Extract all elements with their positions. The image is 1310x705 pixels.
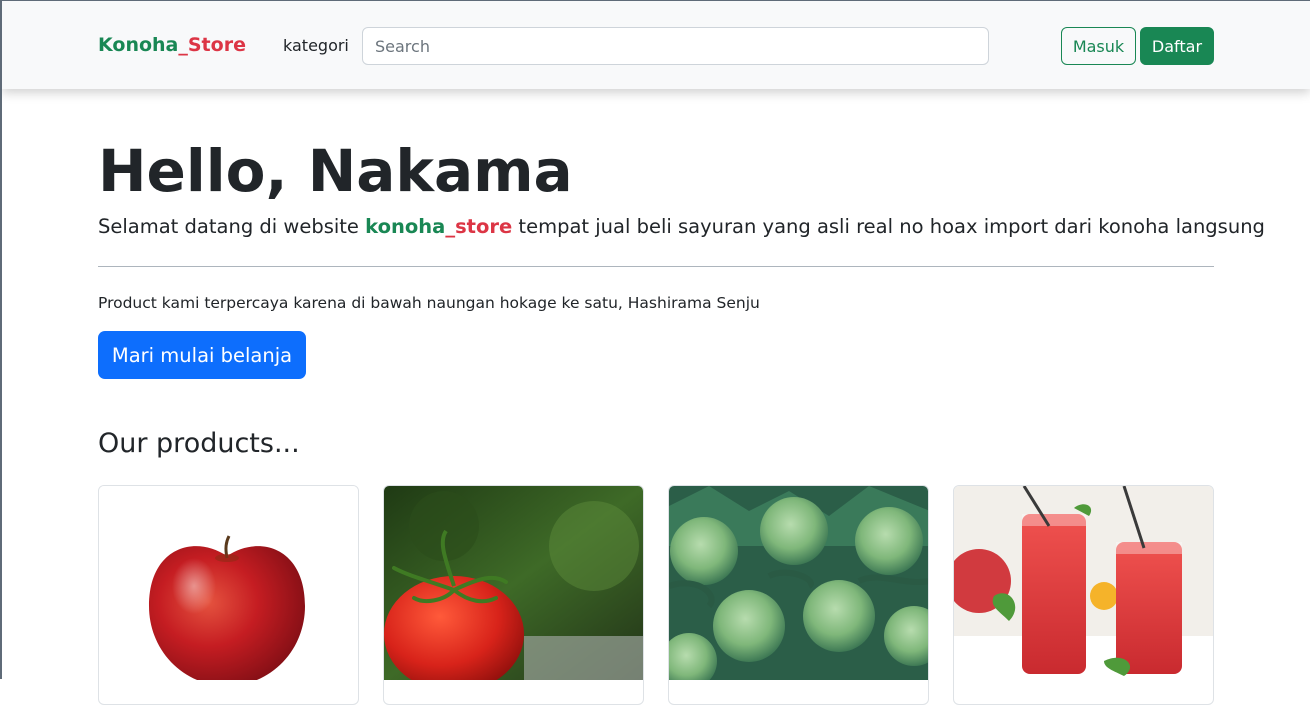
product-card-juice[interactable] <box>953 485 1214 705</box>
brand-logo[interactable]: Konoha_Store <box>98 34 246 56</box>
hero-lead-brand-part1: konoha <box>365 215 446 238</box>
strawberry-juice-image <box>954 486 1213 680</box>
window-edge <box>0 0 2 679</box>
search-input[interactable] <box>362 27 989 65</box>
products-section-title: Our products... <box>98 428 300 459</box>
hero-lead-brand-part2: _store <box>445 215 513 238</box>
start-shopping-button[interactable]: Mari mulai belanja <box>98 331 306 379</box>
hero-note: Product kami terpercaya karena di bawah … <box>98 294 760 312</box>
brand-name-part2: _Store <box>178 34 246 56</box>
cabbage-image <box>669 486 928 680</box>
hero-lead-text-after: tempat jual beli sayuran yang asli real … <box>512 215 1265 238</box>
hero-lead-text-before: Selamat datang di website <box>98 215 366 238</box>
hero-title: Hello, Nakama <box>98 137 573 205</box>
register-button[interactable]: Daftar <box>1140 27 1214 65</box>
hero-divider <box>98 266 1214 267</box>
login-button[interactable]: Masuk <box>1061 27 1136 65</box>
tomato-image <box>384 486 643 680</box>
apple-image <box>99 486 358 680</box>
hero-lead: Selamat datang di website konoha_store t… <box>98 214 1265 240</box>
product-card-tomato[interactable] <box>383 485 644 705</box>
nav-link-kategori[interactable]: kategori <box>283 36 349 55</box>
product-card-apple[interactable] <box>98 485 359 705</box>
navbar: Konoha_Store kategori Masuk Daftar <box>2 0 1310 89</box>
product-card-cabbage[interactable] <box>668 485 929 705</box>
brand-name-part1: Konoha <box>98 34 179 56</box>
